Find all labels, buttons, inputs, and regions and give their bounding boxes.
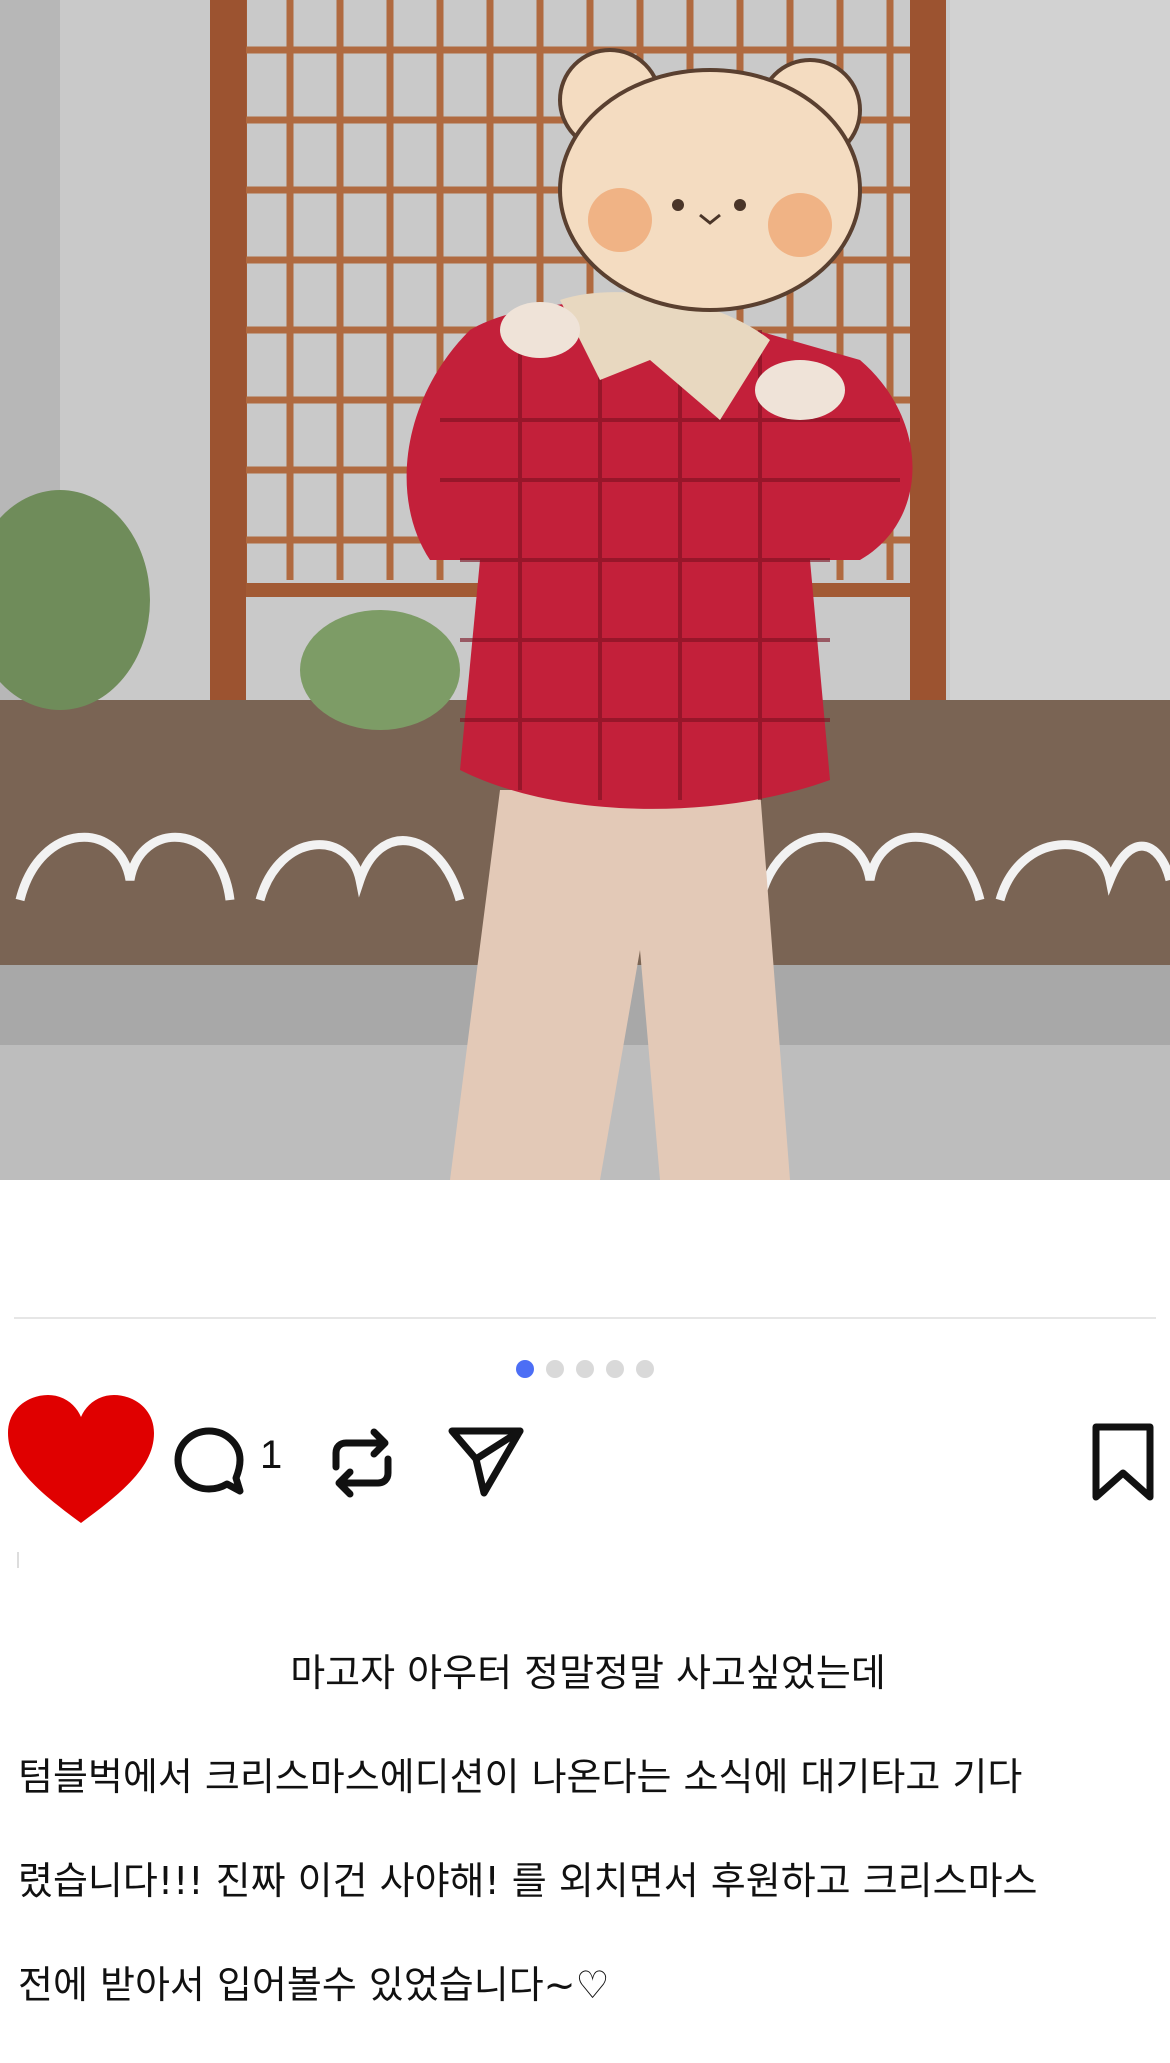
like-button[interactable] (6, 1395, 156, 1525)
comment-button[interactable] (172, 1425, 246, 1499)
carousel-indicator (0, 1360, 1170, 1378)
caption-line: 렸습니다!!! 진짜 이건 사야해! 를 외치면서 후원하고 크리스마스 (18, 1859, 1038, 1903)
speech-bubble-icon (174, 1427, 244, 1495)
bookmark-icon (1092, 1423, 1154, 1501)
action-bar: 1 (0, 1395, 1170, 1535)
divider-tick (17, 1552, 19, 1568)
carousel-dot[interactable] (636, 1360, 654, 1378)
carousel-dot[interactable] (606, 1360, 624, 1378)
carousel-dot[interactable] (546, 1360, 564, 1378)
post-photo[interactable] (0, 0, 1170, 1180)
post-caption: 마고자 아우터 정말정말 사고싶었는데 텀블벅에서 크리스마스에디션이 나온다는… (18, 1595, 1158, 2063)
caption-line: 전에 받아서 입어볼수 있었습니다~♡ (18, 1963, 610, 2007)
caption-line: 텀블벅에서 크리스마스에디션이 나온다는 소식에 대기타고 기다 (18, 1755, 1023, 1799)
repost-arrows-icon (332, 1428, 392, 1498)
comment-count: 1 (260, 1433, 283, 1477)
save-button[interactable] (1088, 1421, 1158, 1503)
carousel-dot[interactable] (576, 1360, 594, 1378)
caption-line: 마고자 아우터 정말정말 사고싶었는데 (290, 1651, 886, 1695)
carousel-dot[interactable] (516, 1360, 534, 1378)
share-button[interactable] (448, 1423, 524, 1499)
repost-button[interactable] (322, 1423, 402, 1503)
heart-filled-icon (8, 1395, 154, 1523)
paper-plane-icon (448, 1427, 524, 1497)
divider (14, 1317, 1156, 1319)
